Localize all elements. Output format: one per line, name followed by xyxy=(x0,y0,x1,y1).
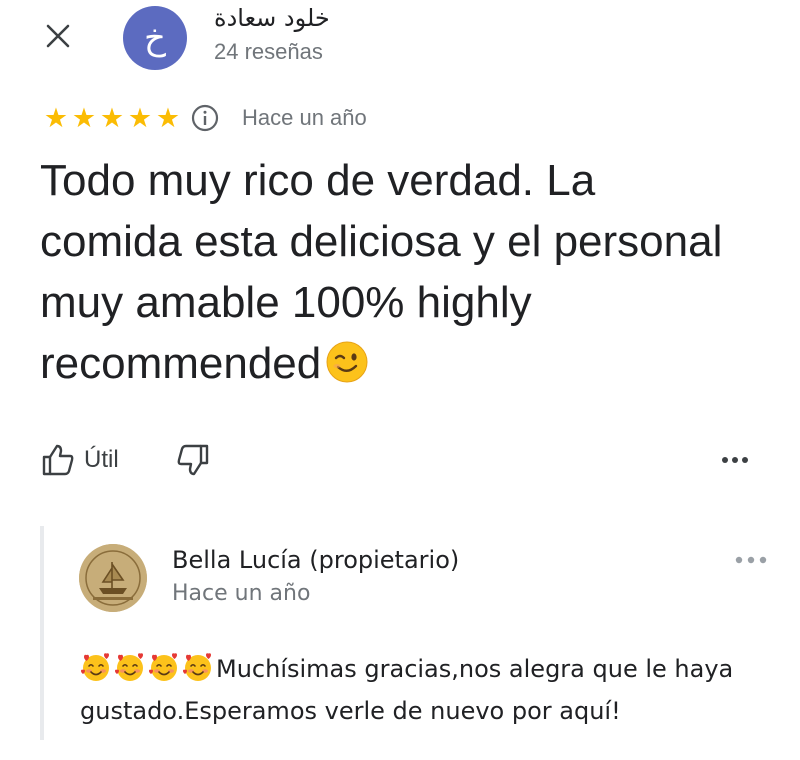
thumbs-down-icon xyxy=(177,444,208,476)
star-icon: ★ xyxy=(99,102,125,134)
star-rating: ★ ★ ★ ★ ★ xyxy=(42,105,182,132)
owner-name[interactable]: Bella Lucía (propietario) xyxy=(172,546,459,574)
useful-label: Útil xyxy=(84,446,119,473)
review-actions: Útil xyxy=(40,440,211,480)
review-more-button[interactable] xyxy=(718,448,752,472)
info-icon xyxy=(191,104,219,132)
smiling-face-with-hearts-emoji-icon xyxy=(149,653,177,681)
close-icon xyxy=(46,24,70,48)
useful-button[interactable]: Útil xyxy=(40,442,119,478)
smiling-face-with-hearts-emoji-icon xyxy=(183,653,211,681)
winking-face-emoji-icon xyxy=(326,341,368,383)
owner-avatar[interactable] xyxy=(79,544,147,612)
star-icon: ★ xyxy=(127,102,153,134)
smiling-face-with-hearts-emoji-icon xyxy=(81,653,109,681)
reply-emoji-group xyxy=(80,653,216,683)
info-button[interactable] xyxy=(190,103,220,133)
review-text-content: Todo muy rico de verdad. La comida esta … xyxy=(40,156,723,388)
close-button[interactable] xyxy=(40,18,76,54)
reviewer-name[interactable]: خلود سعادة xyxy=(214,4,330,32)
rating-row: ★ ★ ★ ★ ★ Hace un año xyxy=(42,101,367,135)
star-icon: ★ xyxy=(43,102,69,134)
ship-logo-icon xyxy=(79,544,147,612)
review-text: Todo muy rico de verdad. La comida esta … xyxy=(40,150,740,394)
owner-reply-date: Hace un año xyxy=(172,581,311,606)
not-useful-button[interactable] xyxy=(175,442,211,478)
star-icon: ★ xyxy=(71,102,97,134)
reviewer-review-count: 24 reseñas xyxy=(214,39,323,64)
smiling-face-with-hearts-emoji-icon xyxy=(115,653,143,681)
thumbs-up-icon xyxy=(42,444,74,476)
reviewer-avatar[interactable]: خ xyxy=(123,6,187,70)
review-date: Hace un año xyxy=(242,105,367,130)
reply-more-button[interactable] xyxy=(734,548,768,572)
star-icon: ★ xyxy=(155,102,181,134)
reviewer-avatar-initial: خ xyxy=(144,18,166,58)
more-horizontal-icon xyxy=(722,457,748,463)
owner-reply: Bella Lucía (propietario) Hace un año Mu… xyxy=(40,526,784,740)
more-horizontal-icon xyxy=(735,556,767,564)
owner-reply-text: Muchísimas gracias,nos alegra que le hay… xyxy=(80,648,770,732)
